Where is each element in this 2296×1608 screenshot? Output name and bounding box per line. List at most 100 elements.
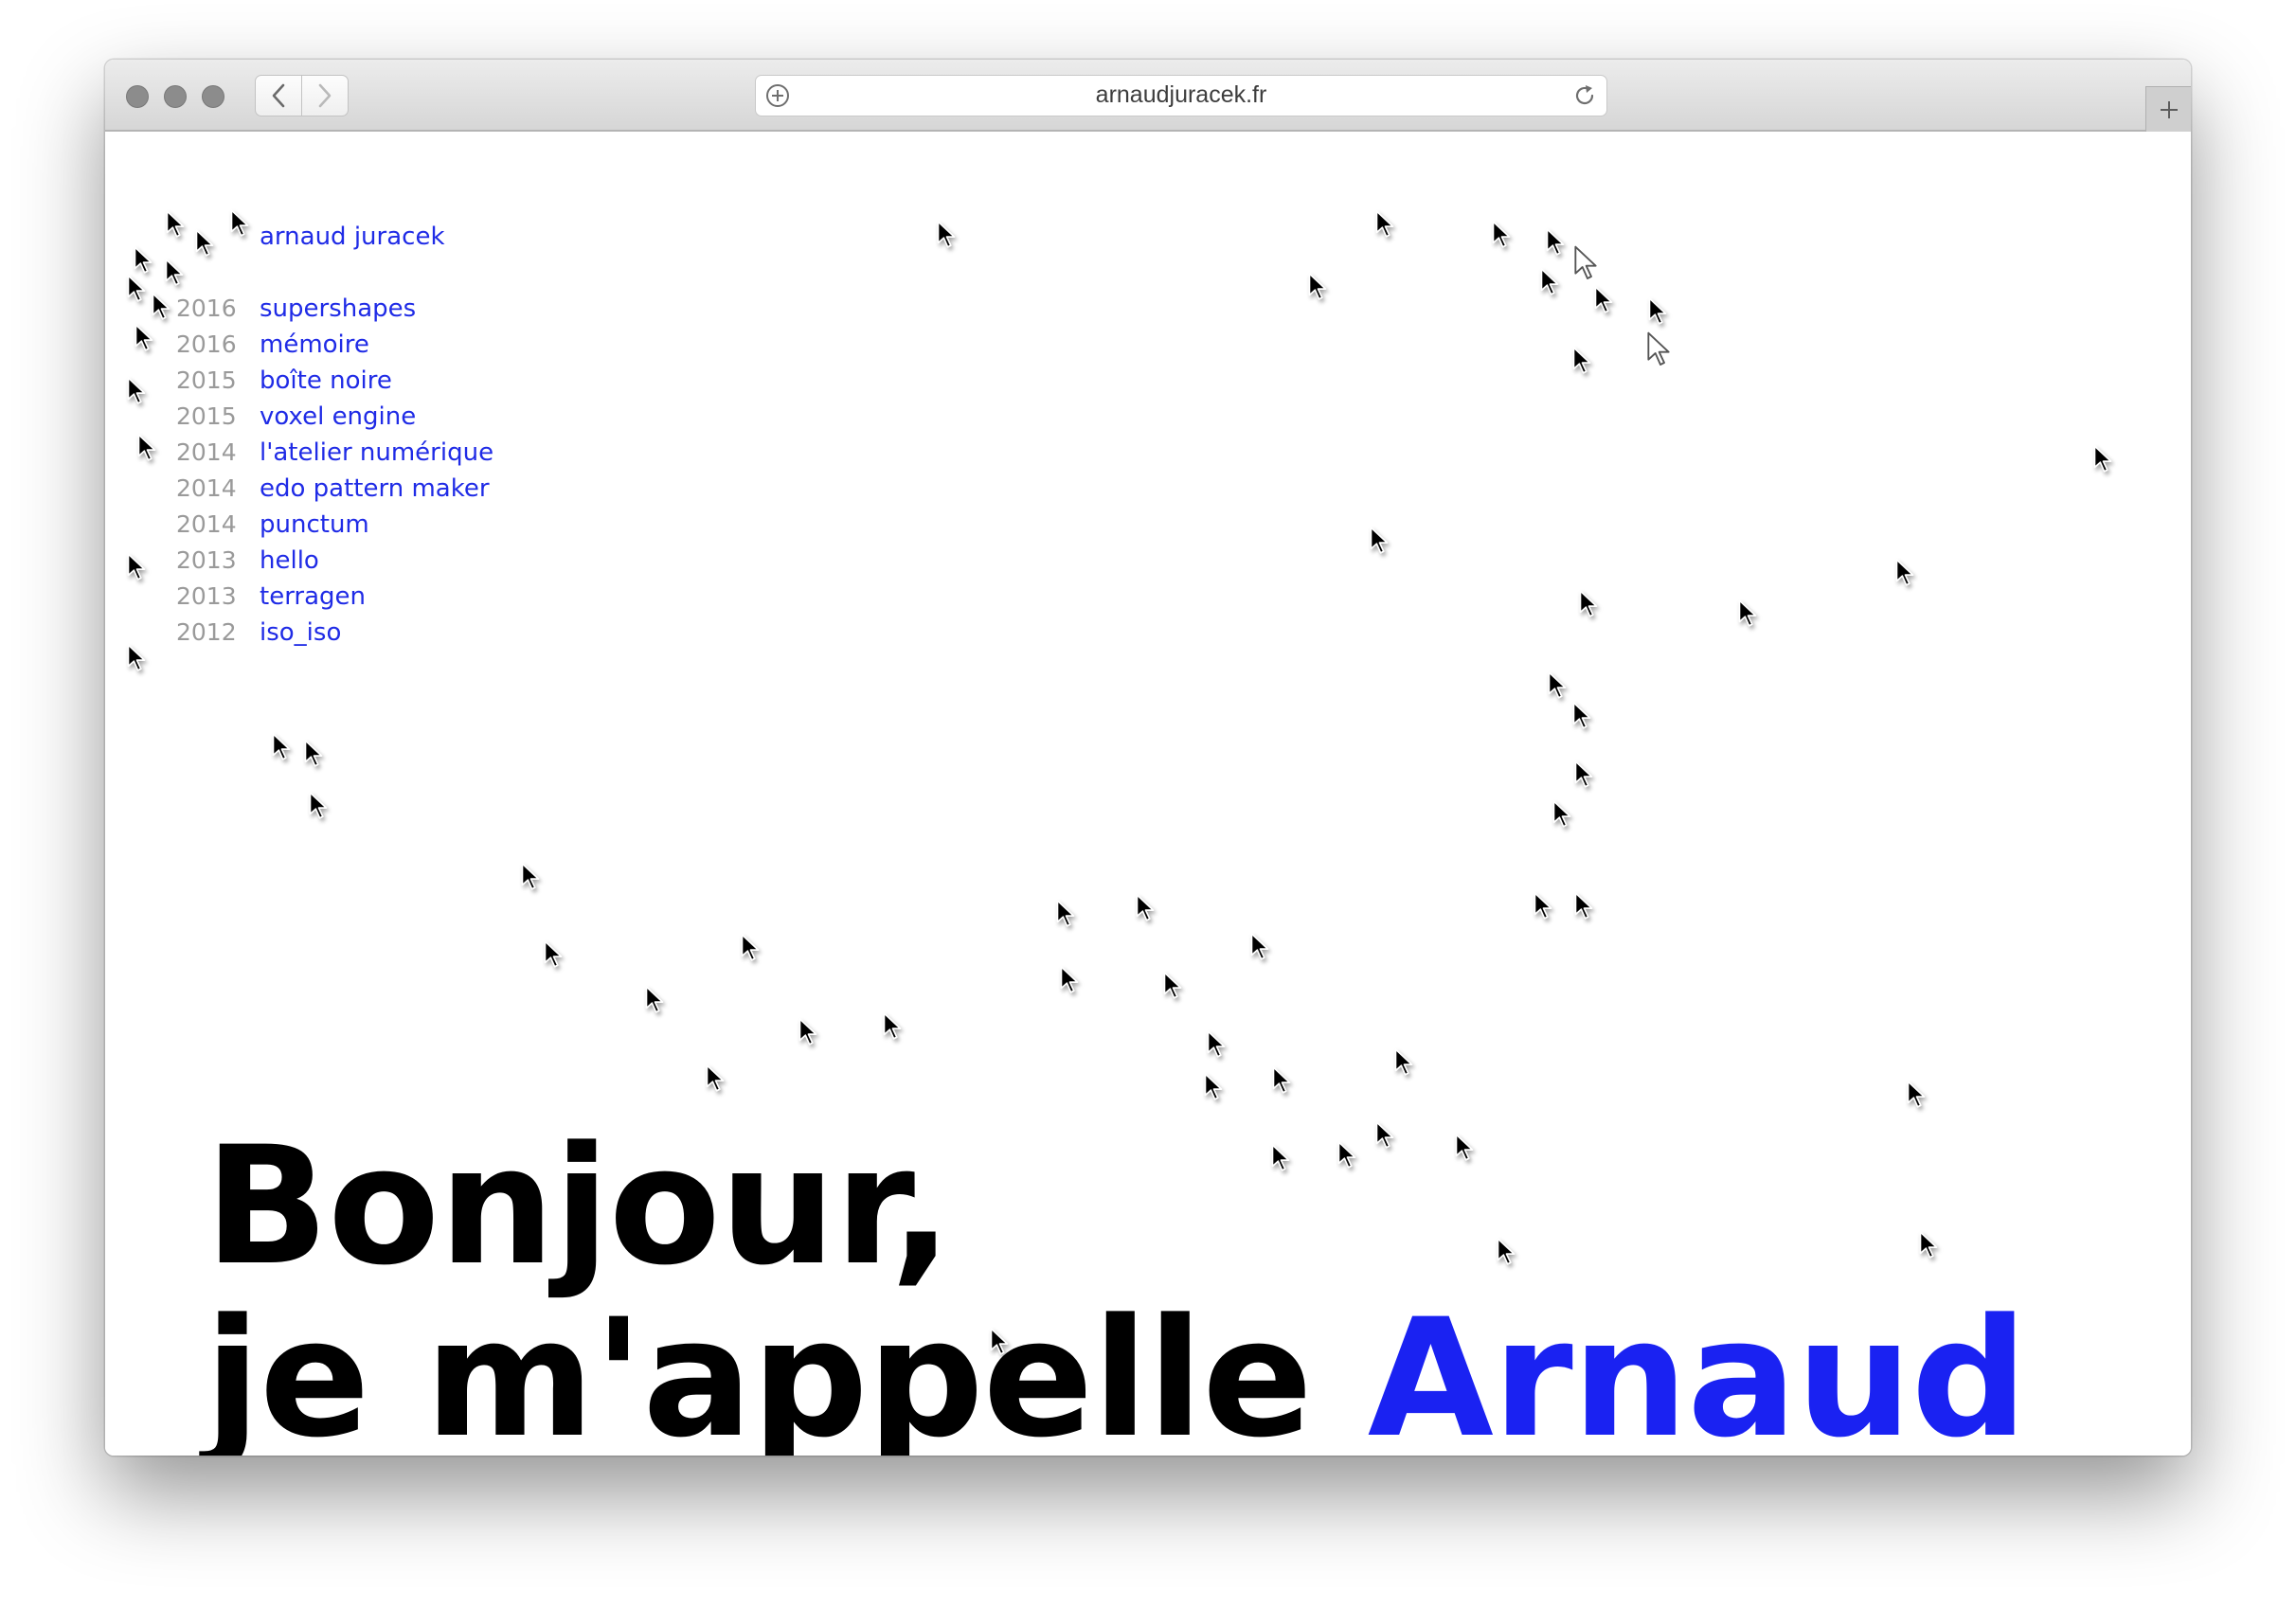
project-year: 2016	[176, 331, 237, 358]
cursor-icon	[1206, 1029, 1227, 1060]
reload-icon[interactable]	[1572, 83, 1597, 108]
project-link[interactable]: boîte noire	[260, 364, 392, 398]
project-item[interactable]: 2013 hello	[176, 543, 493, 579]
cursor-icon	[151, 292, 171, 322]
project-link[interactable]: edo pattern maker	[260, 472, 490, 506]
new-tab-button[interactable]	[2145, 86, 2191, 132]
chevron-right-icon	[318, 83, 332, 108]
cursor-icon	[1135, 893, 1156, 923]
minimize-window-button[interactable]	[164, 85, 187, 108]
cursor-icon	[1203, 1072, 1224, 1102]
project-item[interactable]: 2016 supershapes	[176, 291, 493, 327]
page-content: arnaud juracek 2016 supershapes 2016 mémoi…	[105, 132, 2191, 1456]
cursor-icon	[1271, 1065, 1292, 1096]
project-item[interactable]: 2014 l'atelier numérique	[176, 435, 493, 471]
cursor-icon	[164, 258, 185, 288]
cursor-icon	[1552, 799, 1572, 830]
cursor-icon	[1573, 891, 1594, 921]
cursor-icon	[194, 228, 215, 259]
project-link[interactable]: voxel engine	[260, 400, 416, 434]
project-year: 2013	[176, 582, 237, 610]
mouse-pointer-icon	[1572, 244, 1599, 282]
project-item[interactable]: 2012 iso_iso	[176, 615, 493, 651]
chevron-left-icon	[272, 83, 285, 108]
address-bar[interactable]: arnaudjuracek.fr	[755, 75, 1607, 116]
cursor-icon	[1573, 759, 1594, 790]
project-year: 2015	[176, 402, 237, 430]
cursor-icon	[2092, 444, 2113, 474]
cursor-icon	[126, 376, 147, 406]
cursor-icon	[1737, 599, 1758, 629]
project-link[interactable]: iso_iso	[260, 616, 341, 650]
project-item[interactable]: 2015 boîte noire	[176, 363, 493, 399]
cursor-icon	[644, 985, 665, 1015]
cursor-icon	[1307, 272, 1328, 302]
project-link[interactable]: l'atelier numérique	[260, 436, 493, 470]
hero-line-2-prefix: je m'appelle	[205, 1283, 1313, 1456]
cursor-icon	[705, 1063, 726, 1094]
cursor-icon	[134, 323, 154, 353]
project-item[interactable]: 2016 mémoire	[176, 327, 493, 363]
cursor-icon	[520, 862, 541, 892]
mouse-pointer-icon	[1645, 331, 1672, 368]
cursor-icon	[136, 433, 157, 463]
project-link[interactable]: supershapes	[260, 292, 416, 326]
cursor-icon	[229, 208, 250, 239]
project-link[interactable]: mémoire	[260, 328, 369, 362]
zoom-window-button[interactable]	[202, 85, 224, 108]
project-item[interactable]: 2014 punctum	[176, 507, 493, 543]
cursor-icon	[798, 1017, 818, 1047]
cursor-icon	[1533, 891, 1553, 921]
project-year: 2014	[176, 438, 237, 466]
cursor-icon	[1393, 1047, 1414, 1078]
back-button[interactable]	[255, 75, 302, 116]
cursor-icon	[1593, 285, 1614, 315]
project-item[interactable]: 2013 terragen	[176, 579, 493, 615]
cursor-icon	[126, 274, 147, 304]
cursor-icon	[1894, 558, 1915, 588]
browser-window: arnaudjuracek.fr arnaud juracek 2016 sup…	[105, 60, 2191, 1456]
cursor-icon	[1162, 971, 1183, 1001]
browser-toolbar: arnaudjuracek.fr	[105, 60, 2191, 132]
cursor-icon	[126, 552, 147, 582]
cursor-icon	[1539, 267, 1560, 297]
hero-name: Arnaud	[1367, 1283, 2028, 1456]
cursor-icon	[1059, 965, 1080, 995]
cursor-icon	[1547, 670, 1568, 701]
project-list: 2016 supershapes 2016 mémoire 2015 boîte no…	[176, 291, 493, 651]
cursor-icon	[543, 939, 564, 970]
close-window-button[interactable]	[126, 85, 149, 108]
project-link[interactable]: punctum	[260, 508, 369, 542]
project-link[interactable]: hello	[260, 544, 319, 578]
project-year: 2016	[176, 295, 237, 322]
cursor-icon	[882, 1011, 903, 1042]
cursor-icon	[271, 732, 292, 762]
cursor-icon	[1374, 209, 1395, 240]
forward-button[interactable]	[301, 75, 349, 116]
cursor-icon	[1545, 227, 1566, 258]
project-year: 2015	[176, 366, 237, 394]
cursor-icon	[740, 933, 761, 963]
cursor-icon	[1055, 899, 1076, 929]
cursor-icon	[1578, 589, 1599, 619]
cursor-icon	[165, 209, 186, 240]
plus-icon	[2160, 100, 2178, 118]
url-text[interactable]: arnaudjuracek.fr	[756, 76, 1606, 115]
project-year: 2014	[176, 474, 237, 502]
cursor-icon	[1369, 526, 1390, 556]
site-name-link[interactable]: arnaud juracek	[260, 220, 445, 254]
project-year: 2012	[176, 618, 237, 646]
cursor-icon	[126, 643, 147, 673]
project-item[interactable]: 2014 edo pattern maker	[176, 471, 493, 507]
cursor-icon	[133, 245, 153, 276]
cursor-icon	[1647, 296, 1668, 327]
cursor-icon	[308, 791, 329, 821]
hero-heading: Bonjour, je m'appelle Arnaud	[205, 1120, 2028, 1456]
hero-line-1: Bonjour,	[205, 1111, 952, 1301]
cursor-icon	[1571, 346, 1592, 376]
cursor-icon	[1571, 701, 1592, 731]
project-item[interactable]: 2015 voxel engine	[176, 399, 493, 435]
cursor-icon	[1906, 1080, 1927, 1110]
project-year: 2013	[176, 546, 237, 574]
project-link[interactable]: terragen	[260, 580, 366, 614]
